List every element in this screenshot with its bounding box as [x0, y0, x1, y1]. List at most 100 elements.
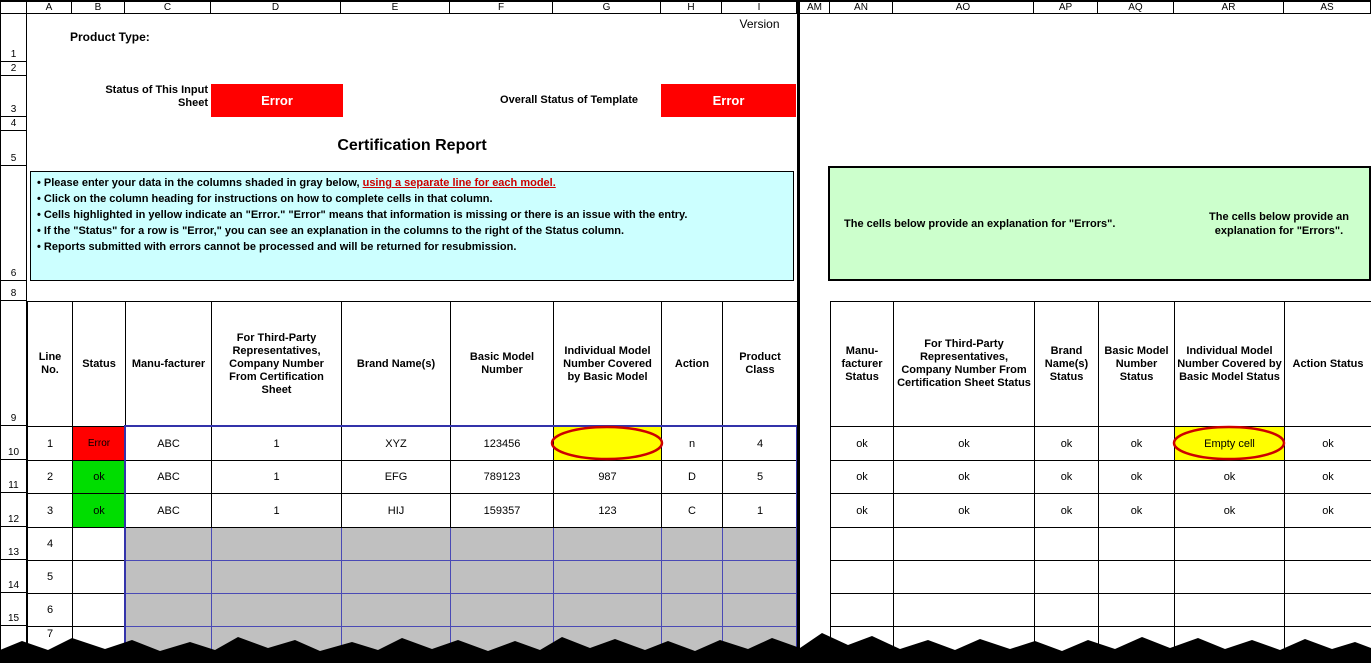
entry-cell[interactable] [451, 528, 554, 561]
cell-action[interactable]: D [662, 461, 723, 494]
row-header-1[interactable]: 1 [0, 14, 27, 62]
row-header-12[interactable]: 12 [0, 493, 27, 527]
entry-cell[interactable] [662, 627, 723, 663]
entry-cell[interactable] [451, 594, 554, 627]
cell-individual-model[interactable]: 987 [554, 461, 662, 494]
cell[interactable] [1175, 561, 1285, 594]
cell-mfr-status[interactable]: ok [831, 461, 894, 494]
column-header-AR[interactable]: AR [1174, 2, 1284, 14]
cell-individual-model[interactable]: 123 [554, 494, 662, 528]
entry-cell[interactable] [662, 528, 723, 561]
cell-manufacturer[interactable]: ABC [126, 461, 212, 494]
column-header-I[interactable]: I [722, 2, 797, 14]
column-header-B[interactable]: B [72, 2, 125, 14]
entry-cell[interactable] [126, 528, 212, 561]
row-header-14[interactable]: 14 [0, 560, 27, 593]
row-header-13[interactable]: 13 [0, 527, 27, 560]
cell-brand-name[interactable]: EFG [342, 461, 451, 494]
cell-basic-model[interactable]: 159357 [451, 494, 554, 528]
cell[interactable] [1035, 594, 1099, 627]
cell-individual-model-error[interactable] [554, 427, 662, 461]
cell[interactable] [1285, 528, 1371, 561]
col-header-status[interactable]: Status [73, 302, 126, 427]
entry-cell[interactable] [723, 594, 798, 627]
cell-individual-status[interactable]: ok [1175, 494, 1285, 528]
column-header-AP[interactable]: AP [1034, 2, 1098, 14]
cell-status-error[interactable]: Error [73, 427, 126, 461]
entry-cell[interactable] [554, 528, 662, 561]
cell-brand-status[interactable]: ok [1035, 427, 1099, 461]
cell[interactable] [894, 594, 1035, 627]
cell-manufacturer[interactable]: ABC [126, 427, 212, 461]
cell-basic-model[interactable]: 123456 [451, 427, 554, 461]
entry-cell[interactable] [554, 594, 662, 627]
cell[interactable] [1285, 627, 1371, 663]
column-header-F[interactable]: F [450, 2, 553, 14]
cell-status[interactable] [73, 627, 126, 663]
row-header-9[interactable]: 9 [0, 301, 27, 426]
column-header-AQ[interactable]: AQ [1098, 2, 1174, 14]
cell-basic-status[interactable]: ok [1099, 427, 1175, 461]
col-header-manufacturer-status[interactable]: Manu-facturer Status [831, 302, 894, 427]
row-header-15[interactable]: 15 [0, 593, 27, 626]
column-header-C[interactable]: C [125, 2, 211, 14]
cell[interactable] [1035, 528, 1099, 561]
cell-action-status[interactable]: ok [1285, 461, 1371, 494]
row-header-3[interactable]: 3 [0, 76, 27, 117]
entry-cell[interactable] [723, 561, 798, 594]
cell-status-ok[interactable]: ok [73, 461, 126, 494]
column-header-AO[interactable]: AO [893, 2, 1034, 14]
cell-product-class[interactable]: 5 [723, 461, 798, 494]
col-header-individual-model[interactable]: Individual Model Number Covered by Basic… [554, 302, 662, 427]
col-header-brand-status[interactable]: Brand Name(s) Status [1035, 302, 1099, 427]
col-header-company-number-status[interactable]: For Third-Party Representatives, Company… [894, 302, 1035, 427]
cell[interactable] [894, 528, 1035, 561]
cell[interactable] [831, 594, 894, 627]
cell-line-no[interactable]: 3 [28, 494, 73, 528]
entry-cell[interactable] [212, 594, 342, 627]
cell-company-number[interactable]: 1 [212, 461, 342, 494]
cell-basic-model[interactable]: 789123 [451, 461, 554, 494]
row-header-5[interactable]: 5 [0, 131, 27, 166]
column-header-H[interactable]: H [661, 2, 722, 14]
cell-line-no[interactable]: 4 [28, 528, 73, 561]
column-header-D[interactable]: D [211, 2, 341, 14]
cell-line-no[interactable]: 5 [28, 561, 73, 594]
column-header-A[interactable]: A [27, 2, 72, 14]
row-header-6[interactable]: 6 [0, 166, 27, 281]
cell-company-number[interactable]: 1 [212, 427, 342, 461]
entry-cell[interactable] [451, 627, 554, 663]
entry-cell[interactable] [723, 528, 798, 561]
column-header-G[interactable]: G [553, 2, 661, 14]
cell-company-number[interactable]: 1 [212, 494, 342, 528]
row-header-11[interactable]: 11 [0, 460, 27, 493]
cell-line-no[interactable]: 2 [28, 461, 73, 494]
cell-individual-status[interactable]: ok [1175, 461, 1285, 494]
separate-line-link[interactable]: using a separate line for each model. [363, 177, 556, 189]
cell-status[interactable] [73, 594, 126, 627]
cell[interactable] [831, 561, 894, 594]
entry-cell[interactable] [126, 594, 212, 627]
row-header-16[interactable] [0, 626, 27, 663]
cell-line-no[interactable]: 1 [28, 427, 73, 461]
row-header-10[interactable]: 10 [0, 426, 27, 460]
cell-line-no[interactable]: 6 [28, 594, 73, 627]
cell-action[interactable]: n [662, 427, 723, 461]
cell-mfr-status[interactable]: ok [831, 494, 894, 528]
cell-action-status[interactable]: ok [1285, 494, 1371, 528]
select-all-corner[interactable] [0, 2, 27, 14]
cell-brand-name[interactable]: XYZ [342, 427, 451, 461]
cell-line-no[interactable]: 7 [28, 627, 73, 663]
column-header-AS[interactable]: AS [1284, 2, 1371, 14]
cell-individual-status-error[interactable]: Empty cell [1175, 427, 1285, 461]
column-header-AN[interactable]: AN [830, 2, 893, 14]
cell[interactable] [1175, 528, 1285, 561]
cell-action[interactable]: C [662, 494, 723, 528]
entry-cell[interactable] [662, 594, 723, 627]
col-header-basic-model-status[interactable]: Basic Model Number Status [1099, 302, 1175, 427]
cell[interactable] [1285, 594, 1371, 627]
col-header-product-class[interactable]: Product Class [723, 302, 798, 427]
row-header-8[interactable]: 8 [0, 281, 27, 301]
cell-brand-status[interactable]: ok [1035, 461, 1099, 494]
column-header-E[interactable]: E [341, 2, 450, 14]
